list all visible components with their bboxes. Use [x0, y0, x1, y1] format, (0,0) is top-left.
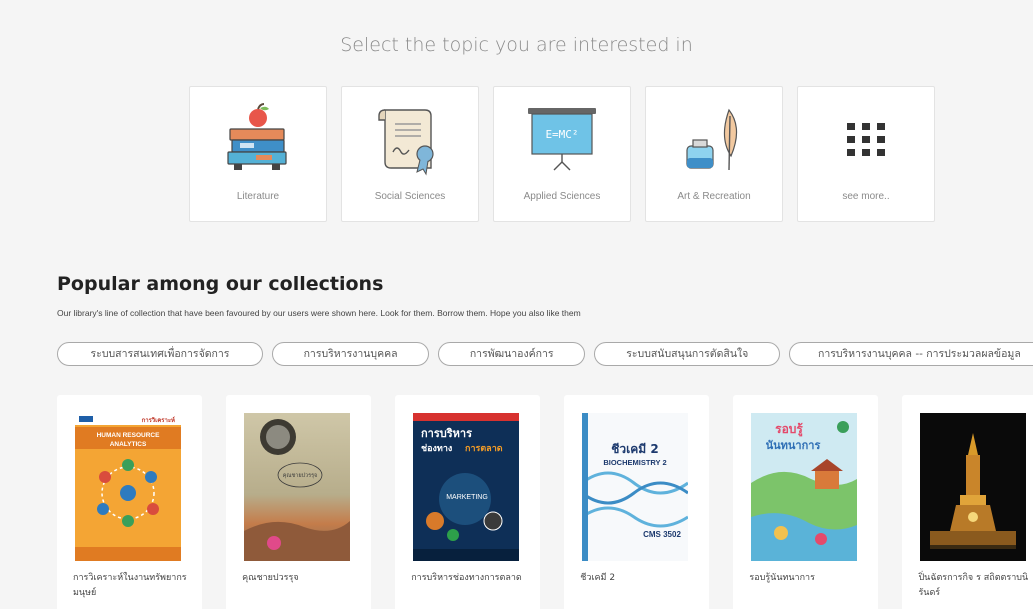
topic-label: Literature	[236, 191, 280, 202]
certificate-icon	[342, 101, 478, 179]
cover-text: BIOCHEMISTRY 2	[604, 458, 667, 467]
topic-card-art-recreation[interactable]: Art & Recreation	[645, 86, 783, 222]
book-title[interactable]: ปิ่นฉัตรการกิจ ร สถิตตราบนิรันดร์	[918, 571, 1033, 601]
cover-text: ANALYTICS	[110, 441, 147, 448]
book-cover[interactable]: คุณชายปวรรุจ	[244, 413, 351, 561]
book-cover[interactable]: รอบรู้ นันทนาการ	[751, 413, 858, 561]
topic-label: see more..	[842, 191, 890, 202]
book-title[interactable]: ชีวเคมี 2	[580, 571, 700, 586]
cover-text: ชีวเคมี 2	[612, 442, 659, 456]
book-title[interactable]: รอบรู้นันทนาการ	[749, 571, 869, 586]
grid-dots-icon	[798, 101, 934, 179]
book-title[interactable]: การบริหารช่องทางการตลาด	[411, 571, 531, 586]
cover-text: การบริหาร	[421, 427, 472, 440]
ink-quill-icon	[646, 101, 782, 179]
topic-card-see-more[interactable]: see more..	[797, 86, 935, 222]
subject-chip[interactable]: การพัฒนาองค์การ	[438, 342, 586, 366]
book-card[interactable]: รอบรู้ นันทนาการ รอบรู้นันทนาการ	[733, 395, 879, 609]
topic-label: Applied Sciences	[523, 191, 601, 202]
topic-card-social-sciences[interactable]: Social Sciences	[341, 86, 479, 222]
cover-text: MARKETING	[446, 494, 488, 501]
subject-chip[interactable]: การบริหารงานบุคคล	[272, 342, 430, 366]
subject-chip[interactable]: ระบบสนับสนุนการตัดสินใจ	[594, 342, 781, 366]
cover-text: การวิเคราะห์	[142, 416, 175, 424]
topic-label: Social Sciences	[374, 191, 446, 202]
book-title[interactable]: การวิเคราะห์ในงานทรัพยากรมนุษย์	[73, 571, 193, 601]
cover-text: HUMAN RESOURCE	[97, 432, 161, 439]
blackboard-icon: E=MC²	[494, 101, 630, 179]
topic-card-applied-sciences[interactable]: E=MC² Applied Sciences	[493, 86, 631, 222]
book-card[interactable]: คุณชายปวรรุจ คุณชายปวรรุจ	[226, 395, 372, 609]
book-cover[interactable]: ชีวเคมี 2 BIOCHEMISTRY 2 CMS 3502	[582, 413, 689, 561]
book-card[interactable]: การวิเคราะห์ HUMAN RESOURCE ANALYTICS กา…	[57, 395, 202, 609]
book-card[interactable]: ปิ่นฉัตรการกิจ ร สถิตตราบนิรันดร์	[902, 395, 1033, 609]
cover-text: ช่องทาง	[421, 443, 452, 454]
book-cover[interactable]	[920, 413, 1027, 561]
subject-chip[interactable]: การบริหารงานบุคคล -- การประมวลผลข้อมูล	[789, 342, 1033, 366]
popular-subtitle: Our library's line of collection that ha…	[57, 308, 581, 318]
cover-text: นันทนาการ	[766, 439, 821, 452]
topic-card-literature[interactable]: Literature	[189, 86, 327, 222]
book-card[interactable]: การบริหาร ช่องทาง การตลาด MARKETING การบ…	[395, 395, 541, 609]
books-apple-icon	[190, 101, 326, 179]
subject-chip[interactable]: ระบบสารสนเทศเพื่อการจัดการ	[57, 342, 263, 366]
cover-text: การตลาด	[465, 444, 503, 454]
book-cover[interactable]: การวิเคราะห์ HUMAN RESOURCE ANALYTICS	[75, 413, 181, 561]
subject-chip-list: ระบบสารสนเทศเพื่อการจัดการ การบริหารงานบ…	[57, 342, 1033, 368]
book-title[interactable]: คุณชายปวรรุจ	[242, 571, 362, 586]
topic-heading: Select the topic you are interested in	[340, 34, 693, 56]
topic-list: Literature Social Sciences E=MC² Applied…	[189, 86, 935, 222]
cover-text: คุณชายปวรรุจ	[283, 472, 318, 479]
topic-label: Art & Recreation	[677, 191, 751, 202]
cover-text: รอบรู้	[776, 422, 804, 437]
popular-title: Popular among our collections	[57, 273, 384, 295]
book-cover[interactable]: การบริหาร ช่องทาง การตลาด MARKETING	[413, 413, 520, 561]
cover-text: CMS 3502	[643, 530, 681, 539]
svg-text:E=MC²: E=MC²	[545, 128, 578, 141]
book-card[interactable]: ชีวเคมี 2 BIOCHEMISTRY 2 CMS 3502 ชีวเคม…	[564, 395, 710, 609]
book-list: การวิเคราะห์ HUMAN RESOURCE ANALYTICS กา…	[57, 395, 1033, 609]
